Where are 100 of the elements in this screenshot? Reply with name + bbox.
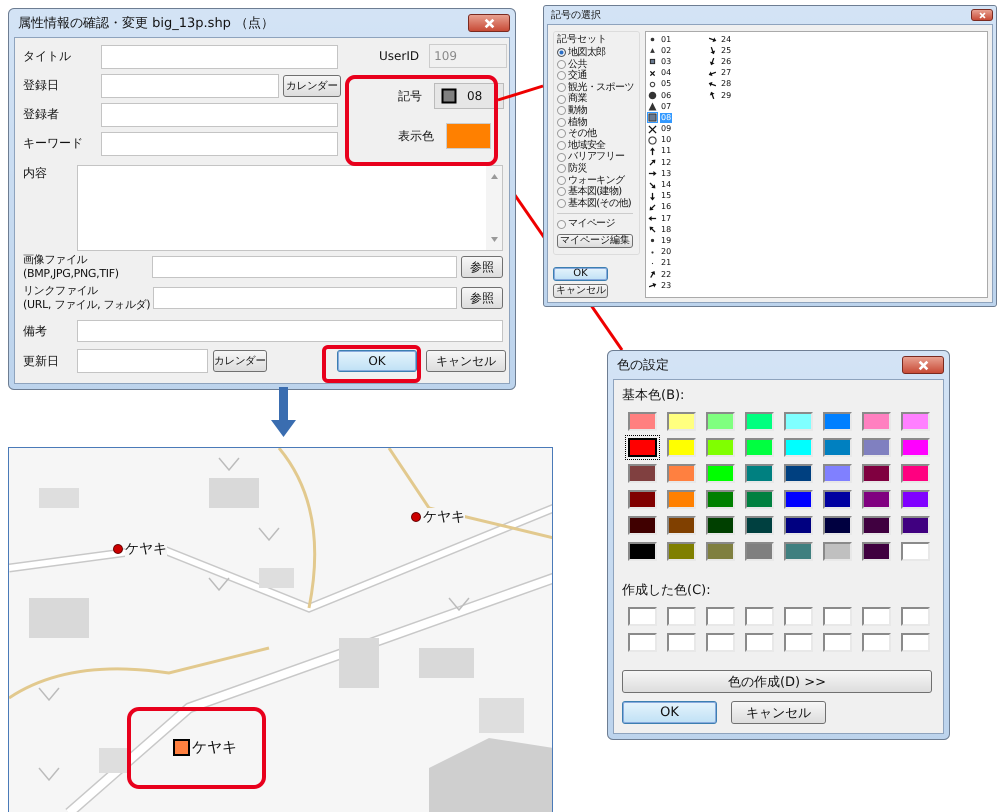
color-swatch[interactable] — [667, 542, 696, 561]
browse-button[interactable]: 参照 — [461, 287, 503, 309]
radio-option[interactable]: 観光・スポーツ — [557, 82, 639, 94]
symbol-item[interactable]: 02 — [648, 46, 672, 56]
symbol-item[interactable]: 15 — [648, 191, 672, 202]
remarks-field[interactable] — [77, 320, 503, 342]
symbol-button[interactable]: 08 — [434, 83, 504, 109]
color-swatch[interactable] — [823, 542, 852, 561]
color-swatch[interactable] — [784, 516, 813, 535]
color-swatch[interactable] — [628, 464, 657, 483]
symbol-item[interactable]: 22 — [648, 270, 672, 280]
color-swatch[interactable] — [901, 490, 930, 509]
symbol-item[interactable]: 14 — [648, 180, 672, 190]
color-swatch[interactable] — [823, 607, 852, 626]
color-swatch[interactable] — [823, 438, 852, 457]
symbol-item[interactable]: 13 — [648, 168, 672, 179]
symbol-item[interactable]: 21 — [648, 258, 672, 268]
color-swatch[interactable] — [901, 633, 930, 652]
color-swatch[interactable] — [628, 542, 657, 561]
symbol-item[interactable]: 11 — [648, 146, 672, 156]
color-swatch[interactable] — [862, 464, 891, 483]
symbol-item[interactable]: 27 — [708, 68, 732, 78]
symbol-item[interactable]: 03 — [648, 56, 672, 67]
color-swatch[interactable] — [667, 464, 696, 483]
radio-option[interactable]: 動物 — [557, 104, 639, 117]
symbol-item[interactable]: 07 — [648, 102, 672, 112]
calendar-button[interactable]: カレンダー — [283, 74, 341, 96]
color-swatch[interactable] — [784, 438, 813, 457]
ok-button[interactable]: OK — [622, 701, 717, 724]
color-swatch[interactable] — [784, 542, 813, 561]
color-swatch[interactable] — [745, 633, 774, 652]
color-swatch[interactable] — [862, 438, 891, 457]
radio-option[interactable]: マイページ — [557, 218, 639, 230]
symbol-item[interactable]: 20 — [648, 247, 672, 258]
color-swatch[interactable] — [667, 438, 696, 457]
color-swatch[interactable] — [745, 607, 774, 626]
browse-button[interactable]: 参照 — [461, 256, 503, 278]
color-swatch[interactable] — [862, 490, 891, 509]
color-swatch[interactable] — [628, 412, 657, 431]
color-swatch[interactable] — [667, 412, 696, 431]
radio-option[interactable]: 植物 — [557, 116, 639, 128]
radio-option[interactable]: その他 — [557, 128, 639, 140]
close-button[interactable] — [468, 14, 510, 32]
color-swatch[interactable] — [823, 464, 852, 483]
symbol-item[interactable]: 09 — [648, 124, 672, 134]
date-field[interactable] — [101, 74, 279, 98]
date-field[interactable] — [77, 349, 208, 373]
color-swatch[interactable] — [745, 438, 774, 457]
radio-option[interactable]: 基本図(その他) — [557, 198, 639, 210]
registrant-field[interactable] — [101, 102, 338, 126]
color-swatch[interactable] — [745, 412, 774, 431]
color-swatch[interactable] — [823, 490, 852, 509]
title-field[interactable] — [101, 44, 338, 68]
color-swatch[interactable] — [862, 516, 891, 535]
color-swatch[interactable] — [628, 607, 657, 626]
color-swatch[interactable] — [901, 607, 930, 626]
close-button[interactable] — [971, 9, 993, 21]
color-swatch[interactable] — [862, 542, 891, 561]
symbol-item[interactable]: 17 — [648, 214, 672, 224]
color-swatch[interactable] — [862, 633, 891, 652]
symbol-item[interactable]: 25 — [708, 46, 732, 56]
define-colors-button[interactable]: 色の作成(D) >> — [622, 670, 932, 693]
color-swatch[interactable] — [784, 464, 813, 483]
symbol-item[interactable]: 12 — [648, 158, 672, 168]
ok-button[interactable]: OK — [337, 350, 418, 372]
radio-option[interactable]: 防災 — [557, 162, 639, 175]
radio-option[interactable]: バリアフリー — [557, 151, 639, 163]
color-swatch[interactable] — [784, 490, 813, 509]
radio-option[interactable]: 交通 — [557, 70, 639, 82]
color-swatch[interactable] — [667, 490, 696, 509]
color-swatch[interactable] — [667, 607, 696, 626]
symbol-item[interactable]: 05 — [648, 79, 672, 90]
color-swatch[interactable] — [745, 464, 774, 483]
radio-option[interactable]: 商業 — [557, 93, 639, 105]
color-swatch[interactable] — [706, 464, 735, 483]
color-swatch[interactable] — [706, 412, 735, 431]
cancel-button[interactable]: キャンセル — [426, 350, 506, 372]
color-swatch[interactable] — [706, 438, 735, 457]
scrollbar[interactable] — [486, 166, 502, 250]
symbol-item[interactable]: 24 — [708, 34, 732, 45]
symbol-item[interactable]: 01 — [648, 34, 672, 45]
file-path-field[interactable] — [152, 256, 458, 278]
color-swatch[interactable] — [628, 438, 657, 457]
color-swatch[interactable] — [784, 633, 813, 652]
color-swatch[interactable] — [706, 633, 735, 652]
edit-button[interactable]: マイページ編集 — [557, 234, 633, 248]
radio-option[interactable]: 地図太郎 — [557, 47, 639, 59]
content-field[interactable] — [77, 165, 503, 251]
symbol-item[interactable]: 04 — [648, 68, 672, 78]
color-swatch[interactable] — [901, 438, 930, 457]
color-swatch[interactable] — [862, 607, 891, 626]
color-swatch[interactable] — [706, 607, 735, 626]
color-swatch[interactable] — [823, 516, 852, 535]
ok-button[interactable]: OK — [553, 267, 608, 281]
radio-option[interactable]: 地域安全 — [557, 140, 639, 152]
symbol-item[interactable]: 16 — [648, 202, 672, 212]
color-swatch[interactable] — [823, 633, 852, 652]
color-swatch[interactable] — [823, 412, 852, 431]
color-swatch[interactable] — [706, 516, 735, 535]
color-swatch[interactable] — [745, 516, 774, 535]
